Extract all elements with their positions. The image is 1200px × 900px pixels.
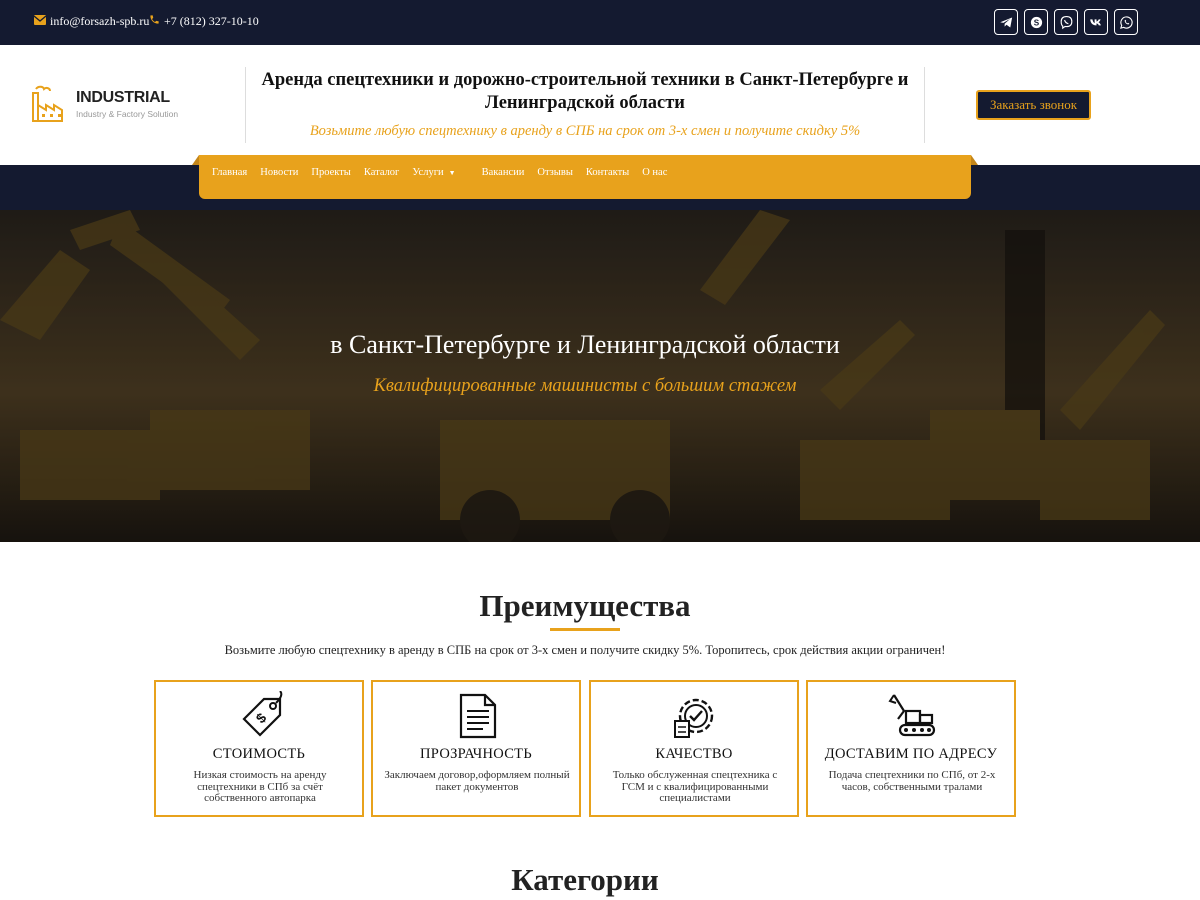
- advantages-description: Возьмите любую спецтехнику в аренду в СП…: [224, 643, 946, 657]
- site-header: INDUSTRIAL Industry & Factory Solution А…: [0, 45, 1200, 165]
- advantage-card-quality: КАЧЕСТВО Только обслуженная спецтехника …: [589, 680, 799, 817]
- advantage-card-price: $ СТОИМОСТЬ Низкая стоимость на аренду с…: [154, 680, 364, 817]
- page-subtitle: Возьмите любую спецтехнику в аренду в СП…: [309, 123, 861, 139]
- viber-icon[interactable]: [1054, 9, 1078, 35]
- card-title: ДОСТАВИМ ПО АДРЕСУ: [824, 746, 998, 762]
- order-call-button[interactable]: Заказать звонок: [976, 90, 1091, 120]
- card-text: Низкая стоимость на аренду спецтехники в…: [193, 769, 327, 804]
- email-contact[interactable]: info@forsazh-spb.ru: [33, 14, 150, 29]
- envelope-icon: [33, 14, 47, 29]
- hero-subtitle: Квалифицированные машинисты с большим ст…: [373, 376, 797, 396]
- categories-heading: Категории: [511, 862, 659, 897]
- card-text: Только обслуженная спецтехника с ГСМ и с…: [612, 769, 778, 804]
- card-title: КАЧЕСТВО: [655, 746, 733, 762]
- nav-item-services[interactable]: Услуги: [412, 167, 443, 178]
- divider: [245, 67, 246, 143]
- card-text: Заключаем договор,оформляем полный пакет…: [384, 769, 570, 793]
- nav-item-reviews[interactable]: Отзывы: [537, 167, 573, 178]
- card-text: Подача спецтехники по СПб, от 2-х часов,…: [828, 769, 996, 793]
- vk-icon[interactable]: [1084, 9, 1108, 35]
- telegram-icon[interactable]: [994, 9, 1018, 35]
- card-title: СТОИМОСТЬ: [212, 746, 306, 762]
- caret-down-icon: ▼: [448, 168, 456, 177]
- nav-item-vacancies[interactable]: Вакансии: [482, 167, 525, 178]
- main-nav: Главная Новости Проекты Каталог Услуги ▼ …: [192, 155, 978, 199]
- svg-text:S: S: [1033, 18, 1039, 27]
- factory-icon: [32, 85, 63, 122]
- excavator-icon: [888, 694, 936, 737]
- nav-item-news[interactable]: Новости: [260, 167, 298, 178]
- logo-name: INDUSTRIAL: [76, 89, 170, 106]
- nav-item-services-wrap[interactable]: Услуги ▼: [412, 167, 468, 178]
- heading-underline: [550, 628, 620, 631]
- email-text: info@forsazh-spb.ru: [50, 14, 150, 28]
- quality-gear-icon: [674, 698, 714, 738]
- card-title: ПРОЗРАЧНОСТЬ: [420, 746, 532, 762]
- skype-icon[interactable]: S: [1024, 9, 1048, 35]
- social-links: S: [994, 9, 1138, 35]
- page-title: Аренда спецтехники и дорожно-строительно…: [261, 70, 909, 113]
- phone-icon: [149, 14, 160, 29]
- whatsapp-icon[interactable]: [1114, 9, 1138, 35]
- logo-tagline: Industry & Factory Solution: [76, 109, 179, 119]
- phone-text: +7 (812) 327-10-10: [164, 14, 259, 28]
- price-tag-icon: $: [242, 691, 283, 737]
- svg-text:$: $: [253, 709, 270, 726]
- document-icon: [459, 693, 497, 739]
- hero-banner: в Санкт-Петербурге и Ленинградской облас…: [0, 210, 1200, 542]
- top-bar: info@forsazh-spb.ru +7 (812) 327-10-10 S: [0, 0, 1200, 45]
- nav-item-projects[interactable]: Проекты: [311, 167, 350, 178]
- advantage-card-delivery: ДОСТАВИМ ПО АДРЕСУ Подача спецтехники по…: [806, 680, 1016, 817]
- phone-contact[interactable]: +7 (812) 327-10-10: [149, 14, 259, 29]
- hero-title: в Санкт-Петербурге и Ленинградской облас…: [330, 330, 840, 359]
- nav-item-about[interactable]: О нас: [642, 167, 667, 178]
- advantages-heading: Преимущества: [479, 588, 691, 623]
- site-logo[interactable]: INDUSTRIAL Industry & Factory Solution: [30, 85, 178, 123]
- nav-item-catalog[interactable]: Каталог: [364, 167, 400, 178]
- nav-item-home[interactable]: Главная: [212, 167, 247, 178]
- advantage-card-transparency: ПРОЗРАЧНОСТЬ Заключаем договор,оформляем…: [371, 680, 581, 817]
- nav-item-contacts[interactable]: Контакты: [586, 167, 629, 178]
- divider: [924, 67, 925, 143]
